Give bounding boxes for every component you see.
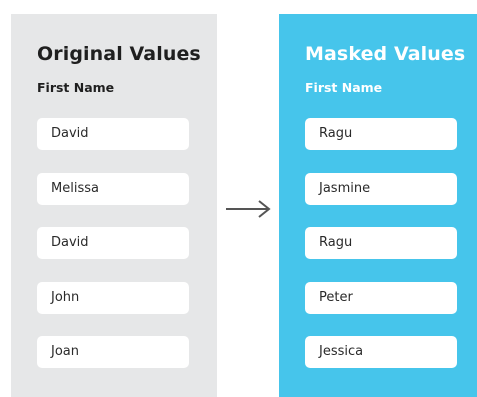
masked-value-item: Ragu <box>305 227 457 259</box>
masked-value-item: Peter <box>305 281 457 314</box>
original-values-panel: Original Values First Name David Melissa… <box>11 14 217 397</box>
right-arrow-icon <box>226 200 271 218</box>
masked-value-item: Ragu <box>305 118 457 150</box>
masked-value-list: Ragu Jasmine Ragu Peter Jessica <box>305 118 457 391</box>
masked-values-title: Masked Values <box>305 43 466 65</box>
masked-value-item: Jasmine <box>305 172 457 205</box>
original-value-item: David <box>37 227 189 259</box>
original-value-item: Melissa <box>37 172 189 205</box>
original-values-title: Original Values <box>37 43 201 65</box>
masked-column-header: First Name <box>305 80 383 95</box>
original-column-header: First Name <box>37 80 115 95</box>
original-value-item: Joan <box>37 336 189 368</box>
original-value-list: David Melissa David John Joan <box>37 118 189 391</box>
original-value-item: John <box>37 281 189 314</box>
masked-value-item: Jessica <box>305 336 457 368</box>
masked-values-panel: Masked Values First Name Ragu Jasmine Ra… <box>279 14 477 397</box>
original-value-item: David <box>37 118 189 150</box>
